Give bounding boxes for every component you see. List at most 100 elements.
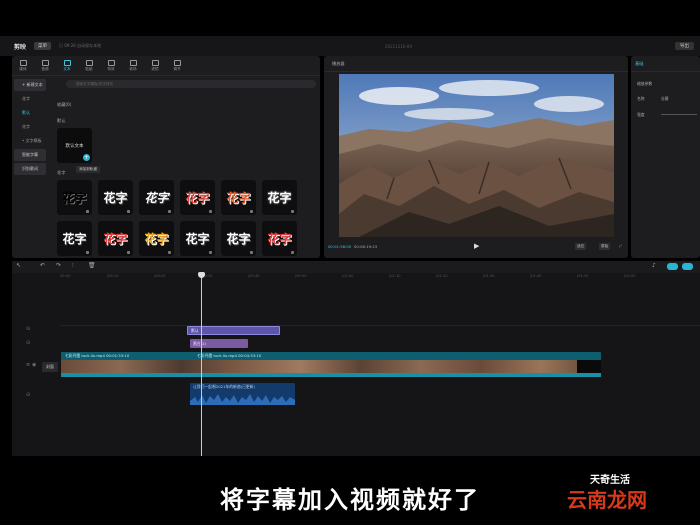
fancy-tile[interactable]: 花字 <box>98 180 133 215</box>
nav-new-text[interactable]: + 新建文本 <box>14 79 46 91</box>
mic-icon[interactable]: ♪ <box>652 262 656 269</box>
inspector-panel: 基础 缩放参数 名称 分屏 强度 <box>631 56 700 258</box>
tab-audio[interactable]: 音频 <box>34 56 56 75</box>
tile-text: 花字 <box>185 232 210 246</box>
playhead[interactable] <box>201 274 202 456</box>
ruler-tick: |01:50 <box>577 274 589 278</box>
lock-icon[interactable]: ⊙ <box>26 326 30 332</box>
link-toggle[interactable] <box>667 263 678 270</box>
snap-toggle[interactable] <box>682 263 693 270</box>
fancy-tile[interactable]: 花字 <box>180 221 215 256</box>
ratio-button[interactable]: 适应 <box>575 243 587 250</box>
effects-icon <box>107 59 115 66</box>
ruler-tick: 00:00 <box>60 274 71 278</box>
media-icon <box>19 59 27 66</box>
effect-clip[interactable]: 黑白(2) <box>190 339 248 348</box>
fancy-tile[interactable]: 花字 <box>180 180 215 215</box>
tile-text: 花字 <box>62 232 87 246</box>
nav-default[interactable]: 默认 <box>14 107 46 119</box>
landscape-image <box>339 74 614 237</box>
intensity-slider[interactable] <box>661 114 697 115</box>
tab-label: 转场 <box>129 66 137 71</box>
track-menu-icon[interactable]: ≡ <box>26 362 30 368</box>
tab-filter[interactable]: 滤镜 <box>144 56 166 75</box>
row1-value[interactable]: 分屏 <box>661 96 669 102</box>
tab-label: 滤镜 <box>151 66 159 71</box>
fancy-tile[interactable]: 花字 <box>57 180 92 215</box>
tile-text: 花字 <box>62 191 87 206</box>
fancy-tile[interactable]: 花字 <box>221 221 256 256</box>
tab-transition[interactable]: 转场 <box>122 56 144 75</box>
fancy-tile[interactable]: 花字 <box>139 180 174 215</box>
track-line <box>60 325 700 326</box>
tab-sticker[interactable]: 贴纸 <box>78 56 100 75</box>
search-input[interactable]: 搜索文字模板/花字样式 <box>66 80 316 88</box>
nav-templates[interactable]: • 文字模板 <box>14 135 46 147</box>
add-to-track-button[interactable]: + <box>83 154 90 161</box>
audio-clip[interactable]: 让我们一起唱2021年的新曲(已更新) <box>190 383 295 405</box>
nav-lyrics[interactable]: 识别歌词 <box>14 163 46 175</box>
download-icon <box>168 210 171 213</box>
fancy-tile[interactable]: 花字 <box>262 221 297 256</box>
section-default: 默认 <box>57 118 66 123</box>
divider <box>324 71 628 72</box>
export-button[interactable]: 导出 <box>675 42 694 50</box>
ruler-tick: |00:50 <box>295 274 307 278</box>
fancy-tile[interactable]: 花字 <box>57 221 92 256</box>
nav-fancy[interactable]: 花字 <box>14 121 46 133</box>
tab-text[interactable]: 文本 <box>56 56 78 75</box>
tab-effects[interactable]: 特效 <box>100 56 122 75</box>
lock-icon[interactable]: ⊙ <box>26 340 30 346</box>
tab-adjust[interactable]: 调节 <box>166 56 188 75</box>
tile-text: 花字 <box>226 232 251 246</box>
download-icon <box>250 210 253 213</box>
fancy-tile[interactable]: 花字 <box>98 221 133 256</box>
audio-waveform <box>190 394 295 405</box>
fullscreen-icon[interactable]: ⤢ <box>617 243 624 249</box>
app-logo: 剪映 <box>14 43 27 51</box>
timeline-toolbar: ↖ ↶ ↷ ⫶ 🗑 ♪ <box>12 261 700 273</box>
fancy-tile[interactable]: 花字 <box>139 221 174 256</box>
download-icon <box>127 251 130 254</box>
tile-text: 花字 <box>267 191 292 205</box>
tile-text: 花字 <box>103 232 128 246</box>
row2-label: 强度 <box>637 112 645 117</box>
nav-smart-subtitle[interactable]: 智能字幕 <box>14 149 46 161</box>
eye-icon[interactable]: ◉ <box>32 362 36 368</box>
tab-basic[interactable]: 基础 <box>635 61 643 67</box>
select-tool-icon[interactable]: ↖ <box>16 262 21 269</box>
split-icon[interactable]: ⫶ <box>72 262 74 270</box>
download-icon <box>209 251 212 254</box>
tab-label: 媒体 <box>19 66 27 71</box>
transition-icon <box>129 59 137 66</box>
fancy-tile[interactable]: 花字 <box>221 180 256 215</box>
video-preview[interactable] <box>339 74 614 237</box>
section-fancy: 花字 <box>57 170 66 175</box>
ruler-tick: |00:10 <box>107 274 119 278</box>
time-ruler: 00:00 |00:10 |00:20 |00:30 |00:40 |00:50… <box>60 273 700 281</box>
original-button[interactable]: 原始 <box>599 243 611 250</box>
cover-button[interactable]: 封面 <box>42 362 58 372</box>
row1-label: 名称 <box>637 96 645 101</box>
play-icon[interactable]: ▶ <box>474 242 479 250</box>
tile-text: 花字 <box>144 232 169 246</box>
redo-icon[interactable]: ↷ <box>56 262 61 269</box>
nav-favorites[interactable]: 花字 <box>14 93 46 105</box>
fancy-tile[interactable]: 花字 <box>262 180 297 215</box>
download-icon <box>291 210 294 213</box>
delete-icon[interactable]: 🗑 <box>88 262 96 269</box>
download-icon <box>86 251 89 254</box>
audio-clip-label: 让我们一起唱2021年的新曲(已更新) <box>193 384 255 389</box>
tab-media[interactable]: 媒体 <box>12 56 34 75</box>
ruler-tick: |01:40 <box>530 274 542 278</box>
divider <box>631 71 700 72</box>
menu-button[interactable]: 菜单 <box>34 42 52 50</box>
tab-label: 特效 <box>107 66 115 71</box>
add-tooltip: 添加到轨道 <box>76 166 100 173</box>
tab-label: 音频 <box>41 66 49 71</box>
undo-icon[interactable]: ↶ <box>40 262 45 269</box>
category-toolbar: 媒体 音频 文本 贴纸 特效 转场 滤镜 调节 <box>12 56 320 76</box>
clip-end <box>577 360 601 373</box>
ruler-tick: |00:40 <box>248 274 260 278</box>
lock-icon[interactable]: ⊙ <box>26 392 30 398</box>
